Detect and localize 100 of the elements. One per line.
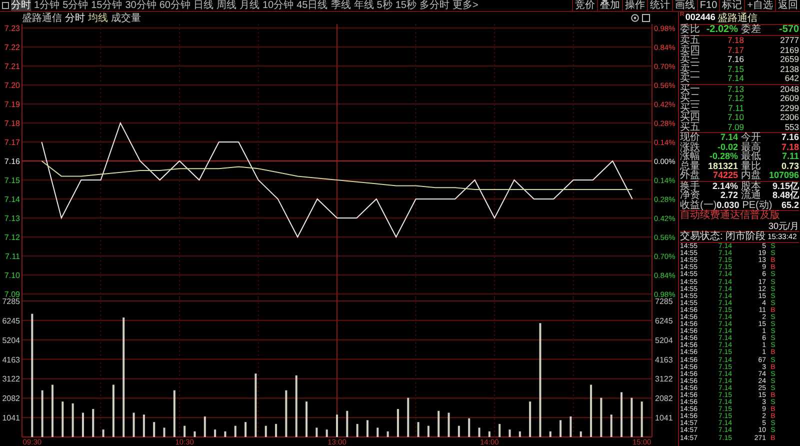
- field-label: 委差: [741, 25, 761, 35]
- axis-label: 3122: [655, 374, 673, 384]
- axis-label: 7.16: [4, 157, 20, 166]
- stock-code: 002446: [685, 12, 716, 24]
- field-label: PE(动): [742, 200, 772, 210]
- field-value: -0.28%: [708, 152, 738, 162]
- field-value: 181321: [706, 162, 738, 171]
- field-label: 涨幅: [680, 152, 700, 162]
- field-value: 9.15亿: [771, 182, 799, 190]
- axis-label: 5204: [655, 336, 673, 345]
- legend-label: 盛路通信: [22, 12, 62, 24]
- order-label: 买四: [680, 113, 701, 122]
- field-value: 107096: [768, 171, 799, 180]
- order-price: 7.10: [726, 113, 744, 122]
- order-label: 买三: [680, 104, 701, 113]
- field-label: 最高: [741, 142, 761, 152]
- axis-label: 4163: [2, 355, 20, 364]
- axis-label: 1041: [2, 414, 20, 423]
- field-label: 涨跌: [680, 142, 700, 152]
- field-label: 流通: [741, 191, 761, 200]
- field-label: 股本: [741, 182, 761, 191]
- order-volume: 2609: [779, 94, 799, 104]
- axis-label: 4163: [655, 355, 673, 364]
- order-price: 7.17: [726, 46, 744, 55]
- order-label: 买五: [680, 122, 701, 132]
- order-label: 买二: [680, 94, 701, 104]
- axis-label: 1041: [655, 414, 673, 423]
- order-label: 卖四: [680, 46, 701, 55]
- field-value: 7.11: [780, 152, 799, 162]
- order-volume: 2048: [779, 84, 799, 94]
- field-value: 2.72: [719, 191, 738, 200]
- field-value: -2.02%: [706, 25, 738, 35]
- axis-label: 7.23: [4, 24, 20, 33]
- order-price: 7.18: [726, 36, 744, 46]
- field-value: -0.02: [716, 142, 738, 152]
- order-price: 7.11: [727, 104, 744, 113]
- order-price: 7.09: [726, 122, 744, 132]
- field-value: 0.73: [780, 162, 799, 171]
- order-volume: 2306: [779, 113, 799, 122]
- axis-label: 7.22: [4, 43, 20, 52]
- field-value: -570: [778, 25, 799, 35]
- field-value: 0.030: [716, 200, 740, 210]
- axis-label: 7.20: [4, 81, 20, 90]
- field-value: 7.18: [780, 142, 799, 152]
- field-value: 2.14%: [711, 182, 738, 191]
- axis-label: 6245: [2, 316, 20, 326]
- order-price: 7.12: [726, 94, 744, 104]
- order-volume: 2777: [779, 36, 799, 46]
- order-label: 买一: [680, 84, 701, 94]
- field-label: 最低: [741, 152, 761, 162]
- order-volume: 2659: [779, 55, 799, 64]
- field-label: 今开: [741, 133, 761, 142]
- order-price: 7.16: [726, 55, 744, 64]
- field-label: 现价: [680, 133, 700, 142]
- axis-label: 7.14: [4, 195, 20, 204]
- order-price: 7.15: [726, 64, 744, 74]
- field-value: 7.14: [719, 133, 738, 142]
- order-volume: 2299: [779, 104, 799, 113]
- axis-label: 6245: [655, 316, 673, 326]
- axis-label: 7.13: [4, 214, 20, 223]
- axis-label: 7.09: [4, 290, 20, 298]
- axis-label: 7285: [2, 298, 20, 306]
- field-label: 量比: [741, 162, 761, 171]
- order-price: 7.13: [726, 84, 744, 94]
- axis-label: 7.17: [4, 138, 20, 147]
- order-volume: 2138: [779, 64, 799, 74]
- field-label: 总量: [680, 162, 700, 171]
- order-label: 卖三: [680, 55, 701, 64]
- axis-label: 7.15: [4, 176, 20, 185]
- legend-label: 均线: [88, 12, 108, 24]
- axis-label: 2082: [2, 394, 20, 404]
- axis-label: 3122: [2, 374, 20, 384]
- order-volume: 553: [784, 122, 799, 132]
- field-label: 净资: [680, 191, 700, 200]
- field-label: 内盘: [741, 171, 761, 180]
- legend-label: 成交量: [111, 12, 141, 24]
- axis-label: 7.11: [5, 252, 20, 261]
- axis-label: 7.19: [4, 100, 20, 109]
- order-volume: 642: [784, 74, 799, 84]
- promo-price: 30元/月: [768, 221, 799, 231]
- stock-name: 盛路通信: [717, 12, 758, 24]
- field-label: 委比: [680, 25, 700, 35]
- axis-label: 7.18: [4, 119, 20, 128]
- axis-label: 7285: [655, 298, 673, 306]
- order-label: 卖五: [680, 36, 701, 46]
- axis-label: 5204: [2, 336, 20, 345]
- axis-label: 7.10: [4, 271, 20, 280]
- axis-label: 7.21: [4, 62, 20, 71]
- order-volume: 2169: [779, 46, 799, 55]
- field-value: 8.48亿: [772, 191, 799, 200]
- order-label: 卖一: [680, 74, 701, 84]
- axis-label: 2082: [655, 394, 673, 404]
- field-label: 外盘: [680, 171, 700, 180]
- legend-label: 分时: [65, 12, 85, 24]
- field-value: 65.2: [780, 200, 799, 210]
- order-label: 卖二: [680, 64, 701, 74]
- field-label: 收益(一): [680, 200, 717, 210]
- trading-status: 交易状态: 闭市阶段: [680, 232, 766, 242]
- field-label: 换手: [680, 182, 700, 191]
- axis-label: 7.12: [4, 233, 20, 242]
